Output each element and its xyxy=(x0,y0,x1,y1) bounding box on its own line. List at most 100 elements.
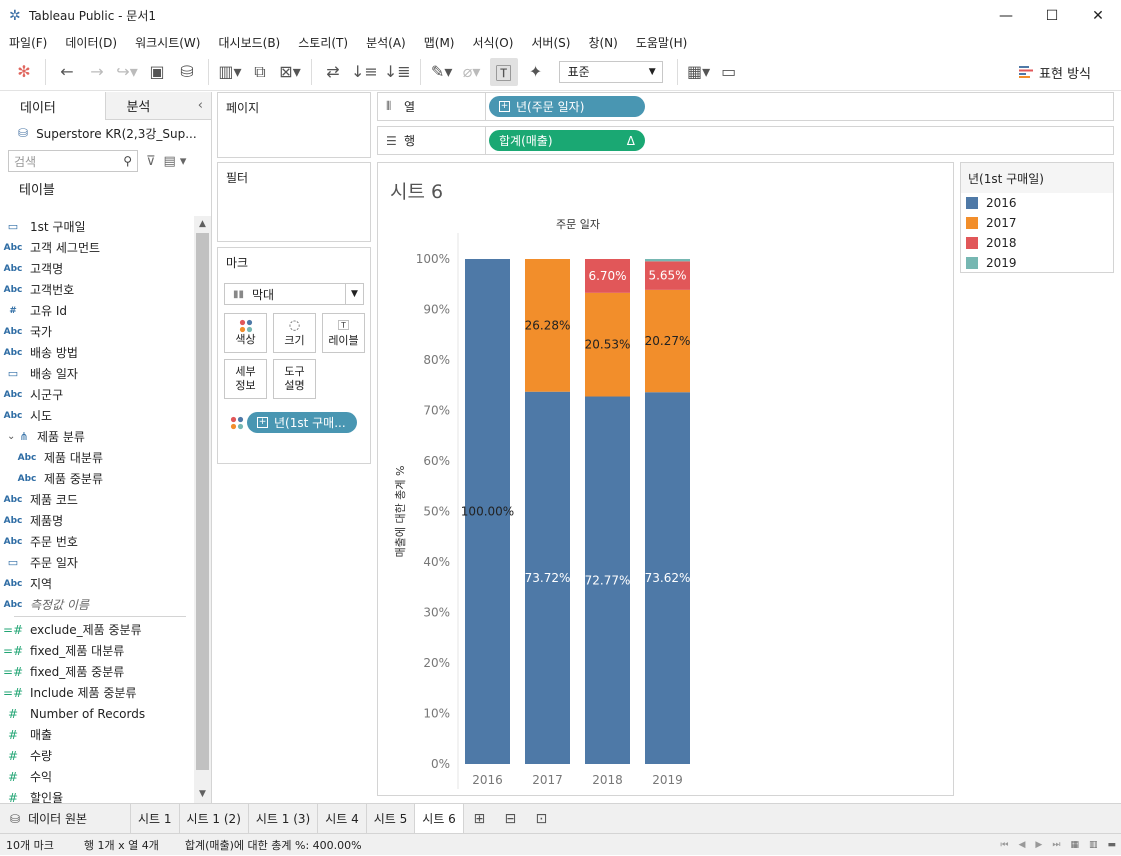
columns-shelf[interactable]: ⦀ 열 + 년(주문 일자) xyxy=(377,92,1114,121)
field-item[interactable]: Abc 주문 번호 xyxy=(0,531,194,552)
field-item[interactable]: ▭ 주문 일자 xyxy=(0,552,194,573)
maximize-button[interactable]: ☐ xyxy=(1029,0,1075,31)
color-button[interactable]: 색상 xyxy=(224,313,267,353)
new-worksheet-tab-icon[interactable]: ⊞ xyxy=(464,804,495,834)
group-icon[interactable]: ⌀▾ xyxy=(460,58,484,86)
menu-worksheet[interactable]: 워크시트(W) xyxy=(126,34,209,51)
scroll-down-icon[interactable]: ▼ xyxy=(194,786,211,803)
filter-icon[interactable]: ⊽ xyxy=(146,154,156,169)
clear-sheet-icon[interactable]: ⊠▾ xyxy=(278,58,302,86)
field-item[interactable]: =# exclude_제품 중분류 xyxy=(0,619,194,640)
swap-rows-columns-icon[interactable]: ⇄ xyxy=(321,58,345,86)
minimize-button[interactable]: — xyxy=(983,0,1029,31)
tab-sheet-6[interactable]: 시트 6 xyxy=(415,803,464,834)
menu-story[interactable]: 스토리(T) xyxy=(289,34,357,51)
label-button[interactable]: 🅃 레이블 xyxy=(322,313,365,353)
menu-format[interactable]: 서식(O) xyxy=(464,34,523,51)
field-item[interactable]: ⌄ ⋔ 제품 분류 xyxy=(0,426,194,447)
menu-data[interactable]: 데이터(D) xyxy=(56,34,126,51)
menu-server[interactable]: 서버(S) xyxy=(522,34,579,51)
view-options-icon[interactable]: ▤ ▾ xyxy=(164,154,187,169)
tab-sheet-1-3[interactable]: 시트 1 (3) xyxy=(249,803,319,834)
color-field-pill[interactable]: + 년(1st 구매... xyxy=(247,412,357,433)
last-sheet-icon[interactable]: ⏭ xyxy=(1052,840,1060,850)
new-datasource-icon[interactable]: ⛁ xyxy=(175,58,199,86)
tab-sheet-4[interactable]: 시트 4 xyxy=(318,803,367,834)
field-item[interactable]: # 수량 xyxy=(0,745,194,766)
field-item[interactable]: Abc 고객번호 xyxy=(0,279,194,300)
field-item[interactable]: Abc 제품명 xyxy=(0,510,194,531)
tab-sheet-1-2[interactable]: 시트 1 (2) xyxy=(180,803,249,834)
field-item[interactable]: # Number of Records xyxy=(0,703,194,724)
legend-item[interactable]: 2017 xyxy=(961,213,1113,233)
field-item[interactable]: Abc 제품 중분류 xyxy=(0,468,194,489)
menu-dashboard[interactable]: 대시보드(B) xyxy=(209,34,289,51)
show-cards-icon[interactable]: ▦▾ xyxy=(687,58,711,86)
field-item[interactable]: Abc 고객명 xyxy=(0,258,194,279)
field-item[interactable]: =# Include 제품 중분류 xyxy=(0,682,194,703)
field-item[interactable]: # 매출 xyxy=(0,724,194,745)
redo-icon[interactable]: → xyxy=(85,58,109,86)
field-item[interactable]: =# fixed_제품 대분류 xyxy=(0,640,194,661)
field-item[interactable]: Abc 고객 세그먼트 xyxy=(0,237,194,258)
tab-sheet-1[interactable]: 시트 1 xyxy=(131,803,180,834)
search-input[interactable]: 검색 ⚲ xyxy=(8,150,138,172)
field-item[interactable]: =# fixed_제품 중분류 xyxy=(0,661,194,682)
tabs-view-icon[interactable]: ▬ xyxy=(1107,840,1116,850)
field-item[interactable]: Abc 시도 xyxy=(0,405,194,426)
sort-descending-icon[interactable]: ↓≣ xyxy=(384,58,411,86)
collapse-pane-icon[interactable]: ‹ xyxy=(198,98,203,113)
rows-pill[interactable]: 합계(매출) Δ xyxy=(489,130,645,151)
datasource-item[interactable]: ⛁ Superstore KR(2,3강_Sup... xyxy=(0,120,211,146)
expand-caret-icon[interactable]: ⌄ xyxy=(7,431,15,442)
new-worksheet-icon[interactable]: ▥▾ xyxy=(218,58,242,86)
field-item[interactable]: Abc 배송 방법 xyxy=(0,342,194,363)
fit-select[interactable]: 표준 ▼ xyxy=(558,60,663,83)
replay-icon[interactable]: ↪▾ xyxy=(115,58,139,86)
field-item[interactable]: Abc 측정값 이름 xyxy=(0,594,194,615)
highlight-icon[interactable]: ✎▾ xyxy=(430,58,454,86)
sort-ascending-icon[interactable]: ↓≡ xyxy=(351,58,378,86)
legend-item[interactable]: 2019 xyxy=(961,253,1113,273)
tableau-start-icon[interactable]: ✻ xyxy=(12,58,36,86)
tab-analysis[interactable]: 분석 ‹ xyxy=(105,92,211,120)
field-item[interactable]: # 수익 xyxy=(0,766,194,787)
undo-icon[interactable]: ← xyxy=(55,58,79,86)
field-item[interactable]: # 고유 Id xyxy=(0,300,194,321)
field-item[interactable]: Abc 국가 xyxy=(0,321,194,342)
field-list-scrollbar[interactable]: ▲ ▼ xyxy=(194,216,211,803)
menu-analysis[interactable]: 분석(A) xyxy=(357,34,415,51)
pin-axes-icon[interactable]: ✦ xyxy=(524,58,548,86)
first-sheet-icon[interactable]: ⏮ xyxy=(1000,840,1008,850)
show-labels-icon[interactable]: 🅃 xyxy=(489,57,518,86)
detail-button[interactable]: 세부 정보 xyxy=(224,359,267,399)
scroll-thumb[interactable] xyxy=(196,233,209,770)
mark-type-select[interactable]: ▮▮ 막대 ▼ xyxy=(224,283,364,305)
tab-datasource[interactable]: ⛁ 데이터 원본 xyxy=(0,803,131,834)
new-story-tab-icon[interactable]: ⊡ xyxy=(526,804,557,834)
filters-card[interactable]: 필터 xyxy=(217,162,371,242)
field-item[interactable]: ▭ 배송 일자 xyxy=(0,363,194,384)
field-item[interactable]: Abc 제품 코드 xyxy=(0,489,194,510)
close-button[interactable]: ✕ xyxy=(1075,0,1121,31)
pages-card[interactable]: 페이지 xyxy=(217,92,371,158)
presentation-mode-icon[interactable]: ▭ xyxy=(717,58,741,86)
field-item[interactable]: ▭ 1st 구매일 xyxy=(0,216,194,237)
legend-item[interactable]: 2016 xyxy=(961,193,1113,213)
rows-shelf[interactable]: ☰ 행 합계(매출) Δ xyxy=(377,126,1114,155)
prev-sheet-icon[interactable]: ◀ xyxy=(1019,840,1026,850)
field-item[interactable]: Abc 제품 대분류 xyxy=(0,447,194,468)
field-item[interactable]: Abc 지역 xyxy=(0,573,194,594)
tab-data[interactable]: 데이터 xyxy=(0,92,105,120)
menu-help[interactable]: 도움말(H) xyxy=(627,34,697,51)
new-dashboard-tab-icon[interactable]: ⊟ xyxy=(495,804,526,834)
filmstrip-icon[interactable]: ▥ xyxy=(1089,840,1098,850)
scroll-up-icon[interactable]: ▲ xyxy=(194,216,211,233)
save-icon[interactable]: ▣ xyxy=(145,58,169,86)
tooltip-button[interactable]: 도구 설명 xyxy=(273,359,316,399)
columns-pill[interactable]: + 년(주문 일자) xyxy=(489,96,645,117)
menu-map[interactable]: 맵(M) xyxy=(415,34,464,51)
tab-sheet-5[interactable]: 시트 5 xyxy=(367,803,416,834)
sheet-sorter-icon[interactable]: ▦ xyxy=(1070,840,1079,850)
show-me-button[interactable]: 표현 방식 xyxy=(1019,59,1091,85)
